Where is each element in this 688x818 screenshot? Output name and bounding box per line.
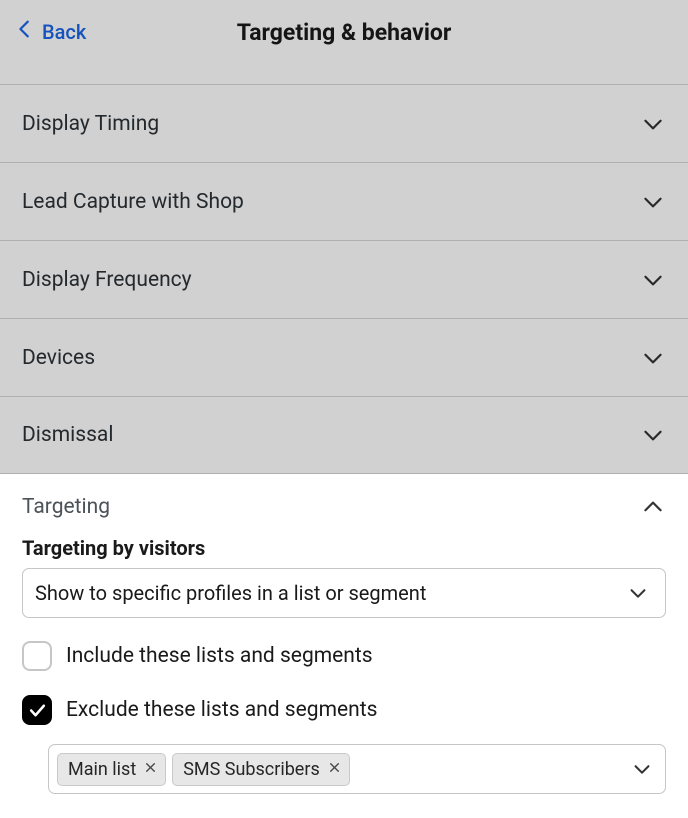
section-label: Devices bbox=[22, 346, 95, 370]
tag-main-list: Main list bbox=[57, 753, 166, 786]
tag-sms-subscribers: SMS Subscribers bbox=[172, 753, 350, 786]
section-label: Dismissal bbox=[22, 423, 113, 447]
chevron-down-icon bbox=[640, 422, 666, 448]
page-title: Targeting & behavior bbox=[237, 19, 452, 46]
targeting-field-label: Targeting by visitors bbox=[22, 536, 666, 560]
section-display-frequency[interactable]: Display Frequency bbox=[0, 240, 688, 318]
chevron-down-icon bbox=[640, 111, 666, 137]
chevron-down-icon bbox=[631, 758, 653, 780]
section-label: Display Frequency bbox=[22, 268, 192, 292]
tag-label: SMS Subscribers bbox=[183, 759, 320, 780]
section-label: Lead Capture with Shop bbox=[22, 190, 244, 214]
section-lead-capture[interactable]: Lead Capture with Shop bbox=[0, 162, 688, 240]
section-devices[interactable]: Devices bbox=[0, 318, 688, 396]
include-label: Include these lists and segments bbox=[66, 644, 373, 668]
exclude-label: Exclude these lists and segments bbox=[66, 698, 377, 722]
section-dismissal[interactable]: Dismissal bbox=[0, 396, 688, 474]
chevron-down-icon bbox=[640, 189, 666, 215]
chevron-down-icon bbox=[627, 582, 649, 604]
arrow-left-icon bbox=[14, 18, 36, 45]
targeting-select[interactable]: Show to specific profiles in a list or s… bbox=[22, 568, 666, 618]
select-value: Show to specific profiles in a list or s… bbox=[35, 581, 426, 605]
close-icon[interactable] bbox=[328, 761, 341, 777]
exclude-multiselect[interactable]: Main list SMS Subscribers bbox=[48, 744, 666, 794]
back-button[interactable]: Back bbox=[14, 18, 86, 45]
section-label: Targeting bbox=[22, 495, 110, 519]
section-targeting[interactable]: Targeting bbox=[22, 474, 666, 534]
chevron-up-icon bbox=[640, 494, 666, 520]
back-label: Back bbox=[42, 20, 86, 44]
exclude-checkbox[interactable] bbox=[22, 695, 52, 725]
check-icon bbox=[28, 701, 47, 720]
tag-label: Main list bbox=[68, 759, 136, 780]
chevron-down-icon bbox=[640, 345, 666, 371]
section-label: Display Timing bbox=[22, 112, 159, 136]
include-checkbox[interactable] bbox=[22, 641, 52, 671]
section-display-timing[interactable]: Display Timing bbox=[0, 84, 688, 162]
chevron-down-icon bbox=[640, 267, 666, 293]
close-icon[interactable] bbox=[144, 761, 157, 777]
